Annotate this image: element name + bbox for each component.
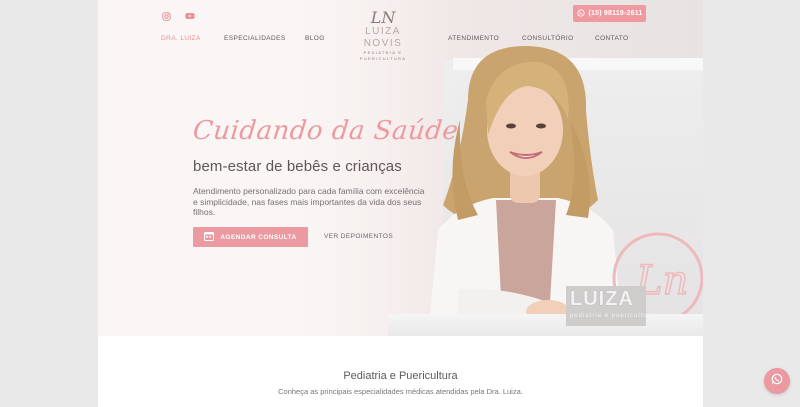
whatsapp-icon — [771, 372, 783, 390]
floating-whatsapp-button[interactable] — [764, 368, 790, 394]
desk — [388, 314, 703, 336]
logo-name: LUIZA NOVIS — [363, 26, 403, 49]
nav-item-atendimento[interactable]: ATENDIMENTO — [448, 35, 499, 42]
section-title: Pediatria e Puericultura — [343, 370, 458, 382]
nav-item-contato[interactable]: CONTATO — [595, 35, 629, 42]
name-sign-subtext: pediatria e puericultura — [570, 313, 656, 319]
schedule-appointment-button[interactable]: AGENDAR CONSULTA — [193, 227, 308, 247]
whatsapp-phone-button[interactable]: (15) 98119-2611 — [573, 5, 646, 22]
name-sign: LUIZA pediatria e puericultura — [566, 286, 656, 326]
name-sign-text: LUIZA — [570, 288, 634, 310]
view-testimonials-link[interactable]: VER DEPOIMENTOS — [324, 233, 393, 240]
nav-item-dra-luiza[interactable]: DRA. LUIZA — [161, 35, 201, 42]
logo-monogram: LN — [370, 8, 396, 27]
instagram-icon[interactable] — [160, 10, 172, 22]
phone-number: (15) 98119-2611 — [588, 10, 643, 17]
logo-tagline: PEDIATRIA E PUERICULTURA — [359, 50, 407, 61]
site-logo[interactable]: LN LUIZA NOVIS PEDIATRIA E PUERICULTURA — [344, 10, 422, 62]
hero-script-title: Cuidando da Saúde — [191, 116, 460, 146]
page: Ln LUIZA pediatria e puericultura Cuidan… — [98, 0, 703, 407]
hero-subtitle: bem-estar de bebês e crianças — [193, 158, 402, 175]
schedule-appointment-label: AGENDAR CONSULTA — [220, 233, 297, 241]
hero-description: Atendimento personalizado para cada famí… — [193, 186, 425, 217]
whatsapp-icon — [576, 8, 585, 19]
nav-item-consultorio[interactable]: CONSULTÓRIO — [522, 35, 574, 42]
section-subtitle: Conheça as principais especialidades méd… — [278, 387, 523, 396]
nav-item-especialidades[interactable]: ESPECIALIDADES — [224, 35, 286, 42]
nav-item-blog[interactable]: BLOG — [305, 35, 325, 42]
calendar-icon — [204, 231, 215, 243]
social-links — [160, 10, 196, 22]
youtube-icon[interactable] — [184, 10, 196, 22]
